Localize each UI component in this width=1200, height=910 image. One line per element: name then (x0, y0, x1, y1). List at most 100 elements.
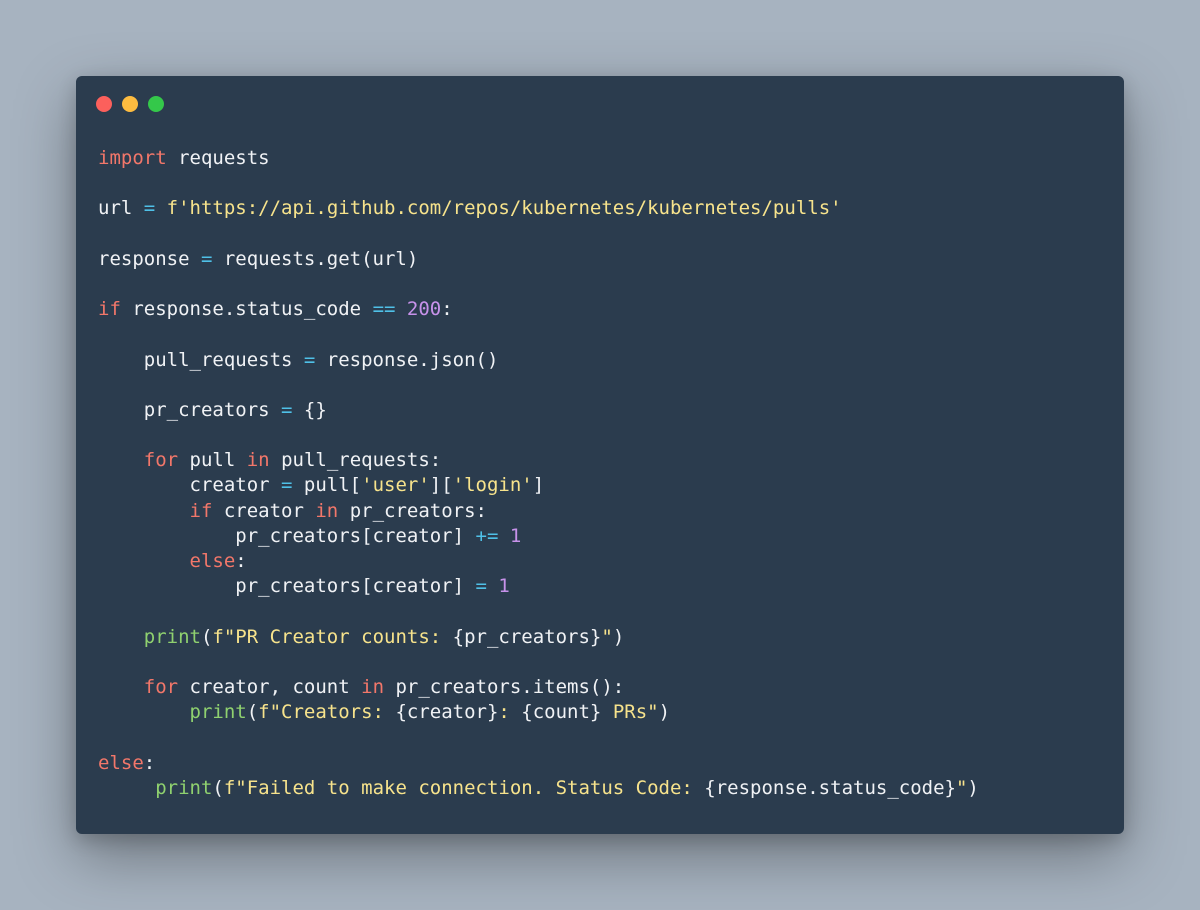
code-token-string: f"Creators: (258, 701, 396, 724)
code-line: else: (98, 549, 979, 574)
code-token-plain: creator (212, 499, 316, 522)
code-line: for pull in pull_requests: (98, 448, 979, 473)
code-token-string: 'login' (452, 474, 533, 497)
code-token-keyword: if (98, 298, 121, 321)
code-token-operator: = (281, 398, 293, 421)
code-token-keyword: if (189, 499, 213, 522)
code-line: pr_creators[creator] += 1 (98, 524, 979, 549)
code-line: if creator in pr_creators: (98, 499, 979, 524)
code-token-plain: : (143, 751, 156, 774)
code-token-operator: == (372, 298, 396, 321)
code-token-string: " (955, 776, 968, 799)
code-token-keyword: else (98, 751, 144, 774)
code-line: pull_requests = response.json() (98, 348, 979, 373)
code-line: url = f'https://api.github.com/repos/kub… (98, 196, 979, 221)
code-token-operator: += (475, 524, 499, 547)
code-token-number: 200 (406, 298, 442, 321)
code-token-plain: pull (178, 449, 247, 472)
code-line: response = requests.get(url) (98, 247, 979, 272)
code-line: for creator, count in pr_creators.items(… (98, 675, 979, 700)
code-token-plain: pr_creators.items(): (384, 675, 625, 698)
code-token-operator: = (143, 197, 156, 220)
code-token-operator: = (281, 474, 293, 497)
code-token-builtin: print (189, 701, 247, 724)
code-token-operator: = (303, 348, 316, 371)
code-token-string: f"Failed to make connection. Status Code… (223, 776, 705, 799)
code-token-number: 1 (498, 575, 510, 598)
code-token-plain: ( (246, 701, 259, 724)
code-line: import requests (98, 146, 979, 171)
code-token-plain: pr_creators[creator] (98, 575, 476, 598)
code-token-plain: creator, count (178, 675, 362, 698)
code-token-plain: requests.get(url) (212, 247, 419, 270)
code-token-plain: ( (212, 776, 224, 799)
code-token-keyword: for (143, 449, 179, 472)
code-token-keyword: in (315, 499, 339, 522)
code-token-plain: {response.status_code} (704, 776, 956, 799)
code-token-plain: : (235, 550, 247, 572)
code-token-operator: = (475, 575, 487, 598)
code-token-plain: pull[ (292, 474, 362, 497)
code-line: pr_creators[creator] = 1 (98, 574, 979, 599)
code-token-string: PRs" (601, 701, 659, 724)
code-token-plain: response.status_code (120, 298, 373, 321)
code-token-plain: {} (292, 398, 327, 421)
code-token-plain: {creator} (395, 701, 499, 724)
code-line: print(f"Creators: {creator}: {count} PRs… (98, 700, 979, 725)
code-token-keyword: in (246, 449, 270, 472)
code-token-plain: : (441, 298, 453, 321)
code-token-plain: requests (166, 147, 270, 169)
code-token-plain: pr_creators[creator] (98, 524, 476, 547)
code-line: print(f"PR Creator counts: {pr_creators}… (98, 625, 979, 650)
window-controls (96, 96, 164, 112)
code-token-builtin: print (155, 776, 213, 799)
code-token-string: 'user' (361, 474, 430, 497)
code-token-keyword: for (143, 675, 179, 698)
code-token-string: f"PR Creator counts: (212, 625, 453, 648)
code-line: pr_creators = {} (98, 398, 979, 423)
code-block: import requests url = f'https://api.gith… (98, 146, 979, 801)
code-line: else: (98, 751, 979, 776)
code-token-plain: ) (658, 701, 671, 724)
code-line: creator = pull['user']['login'] (98, 473, 979, 498)
close-button[interactable] (96, 96, 112, 112)
minimize-button[interactable] (122, 96, 138, 112)
code-token-keyword: in (361, 675, 385, 698)
code-token-plain: ][ (429, 474, 453, 497)
code-token-plain: response.json() (315, 348, 499, 371)
code-token-plain: pr_creators: (338, 499, 487, 522)
code-line: print(f"Failed to make connection. Statu… (98, 776, 979, 801)
maximize-button[interactable] (148, 96, 164, 112)
code-token-string: : (498, 701, 522, 724)
code-token-operator: = (200, 247, 213, 270)
code-token-plain: pull_requests: (269, 449, 442, 472)
code-token-string: f'https://api.github.com/repos/kubernete… (166, 197, 842, 220)
code-token-keyword: else (189, 550, 236, 572)
code-token-plain: response (98, 247, 201, 270)
code-line: if response.status_code == 200: (98, 297, 979, 322)
code-token-plain: url (98, 197, 144, 220)
code-window: import requests url = f'https://api.gith… (76, 76, 1124, 834)
code-token-plain: pull_requests (98, 348, 304, 371)
code-token-plain: {pr_creators} (452, 625, 602, 648)
code-token-plain: ] (532, 474, 545, 497)
code-token-string: " (601, 625, 613, 648)
